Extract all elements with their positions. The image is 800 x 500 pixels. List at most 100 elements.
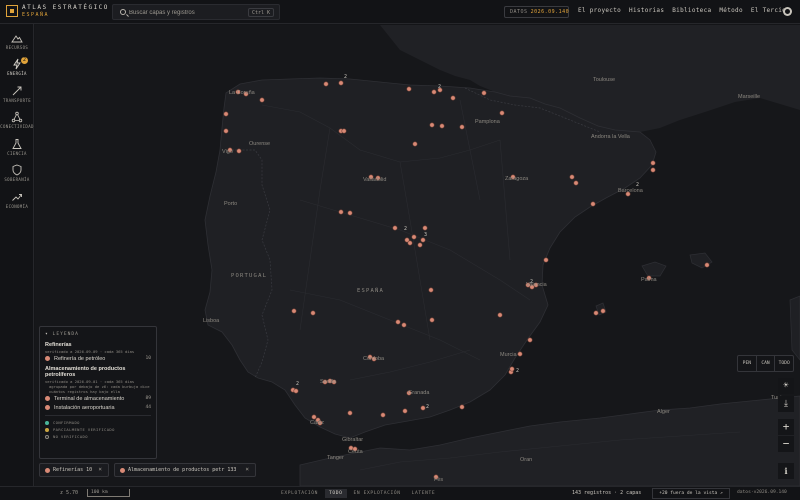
chip-label: Refinerías (53, 467, 84, 473)
facility-marker[interactable] (590, 201, 596, 207)
facility-marker[interactable] (527, 337, 533, 343)
sidebar-item-soberania[interactable]: SOBERANÍA (0, 164, 34, 190)
facility-marker[interactable] (395, 319, 401, 325)
facility-marker[interactable] (401, 322, 407, 328)
nav-biblioteca[interactable]: Biblioteca (672, 7, 711, 14)
facility-marker[interactable] (380, 412, 386, 418)
layer-chip-almacenamiento[interactable]: Almacenamiento de productos petr 133 × (114, 463, 256, 477)
close-icon[interactable]: × (245, 464, 249, 476)
github-icon[interactable] (783, 7, 792, 16)
facility-marker[interactable] (650, 160, 656, 166)
legend-swatch (45, 356, 50, 361)
facility-marker[interactable] (459, 404, 465, 410)
data-version-chip[interactable]: DATOS 2026.09.140 (504, 6, 569, 18)
filter-en-explotacion[interactable]: EN EXPLOTACIÓN (350, 489, 405, 498)
legend-item-label: Instalación aeroportuaria (54, 404, 115, 411)
facility-marker[interactable] (417, 242, 423, 248)
facility-marker[interactable] (497, 312, 503, 318)
close-icon[interactable]: × (98, 464, 102, 476)
zoom-in-button[interactable]: + (778, 419, 794, 435)
info-icon[interactable]: i (778, 463, 794, 479)
zoom-out-button[interactable]: − (778, 436, 794, 452)
facility-marker[interactable] (407, 240, 413, 246)
facility-marker[interactable] (600, 308, 606, 314)
sidebar-item-label: RECURSOS (5, 45, 29, 50)
download-icon[interactable]: ⤓ (778, 396, 794, 412)
facility-marker[interactable] (402, 408, 408, 414)
facility-marker[interactable] (517, 351, 523, 357)
facility-marker[interactable] (573, 180, 579, 186)
filter-explotacion[interactable]: EXPLOTACIÓN (277, 489, 322, 498)
sidebar-item-ciencia[interactable]: CIENCIA (0, 138, 34, 164)
facility-marker[interactable] (499, 110, 505, 116)
facility-marker[interactable] (411, 234, 417, 240)
sidebar-item-energia[interactable]: 2 ENERGÍA (0, 57, 34, 84)
facility-marker[interactable] (412, 141, 418, 147)
facility-marker[interactable] (428, 287, 434, 293)
facility-marker[interactable] (323, 81, 329, 87)
projection-can[interactable]: CAN (757, 356, 776, 371)
facility-marker[interactable] (420, 237, 426, 243)
facility-marker[interactable] (569, 174, 575, 180)
sidebar-item-economia[interactable]: ECONOMÍA (0, 191, 34, 217)
sidebar-item-conectividad[interactable]: CONECTIVIDAD (0, 111, 34, 137)
chip-label: Almacenamiento de productos petr (128, 467, 225, 473)
facility-marker[interactable] (347, 410, 353, 416)
facility-marker[interactable] (293, 388, 299, 394)
nav-historias[interactable]: Historias (629, 7, 664, 14)
facility-marker[interactable] (422, 225, 428, 231)
facility-marker[interactable] (429, 122, 435, 128)
flask-icon (12, 139, 22, 149)
facility-marker[interactable] (347, 210, 353, 216)
facility-marker[interactable] (223, 111, 229, 117)
facility-marker[interactable] (310, 310, 316, 316)
filter-latente[interactable]: LATENTE (408, 489, 440, 498)
facility-marker[interactable] (341, 128, 347, 134)
sun-icon[interactable]: ☀ (778, 378, 794, 394)
out-of-view-button[interactable]: +20 fuera de la vista ↗ (652, 488, 730, 499)
facility-marker[interactable] (236, 148, 242, 154)
legend-item[interactable]: Terminal de almacenamiento 89 (45, 394, 151, 403)
facility-marker[interactable] (311, 414, 317, 420)
facility-marker[interactable] (338, 80, 344, 86)
facility-marker[interactable] (223, 128, 229, 134)
data-label: DATOS (510, 9, 528, 15)
nav-el-tercio[interactable]: El Tercio (751, 7, 786, 14)
facility-marker[interactable] (450, 95, 456, 101)
facility-marker[interactable] (543, 257, 549, 263)
legend-item[interactable]: Instalación aeroportuaria 44 (45, 403, 151, 412)
facility-marker[interactable] (338, 209, 344, 215)
nav-proyecto[interactable]: El proyecto (578, 7, 621, 14)
layer-chip-refinerias[interactable]: Refinerías 10 × (39, 463, 109, 477)
scale-bar: 100 km (87, 489, 130, 497)
facility-marker[interactable] (650, 167, 656, 173)
place-label: Barcelona (618, 188, 643, 194)
filter-todo[interactable]: TODO (325, 489, 347, 498)
facility-marker[interactable] (481, 90, 487, 96)
facility-marker[interactable] (406, 86, 412, 92)
projection-pen[interactable]: PEN (738, 356, 757, 371)
cluster-count: 2 (404, 226, 407, 232)
facility-marker[interactable] (593, 310, 599, 316)
facility-marker[interactable] (439, 123, 445, 129)
facility-marker[interactable] (459, 124, 465, 130)
facility-marker[interactable] (429, 317, 435, 323)
facility-marker[interactable] (704, 262, 710, 268)
sidebar-item-recursos[interactable]: RECURSOS (0, 32, 34, 58)
facility-marker[interactable] (420, 405, 426, 411)
nav-metodo[interactable]: Método (719, 7, 742, 14)
facility-marker[interactable] (259, 97, 265, 103)
chip-count: 10 (86, 467, 93, 473)
facility-marker[interactable] (291, 308, 297, 314)
logo-icon[interactable] (6, 5, 18, 17)
facility-marker[interactable] (509, 366, 515, 372)
search-input[interactable] (129, 8, 249, 17)
projection-todo[interactable]: TODO (775, 356, 793, 371)
sidebar-item-transporte[interactable]: TRANSPORTE (0, 85, 34, 111)
legend-group-title: Almacenamiento de productos petrolíferos (45, 366, 126, 378)
legend-item[interactable]: Refinería de petróleo 10 (45, 354, 151, 363)
facility-marker[interactable] (392, 225, 398, 231)
facility-marker[interactable] (431, 89, 437, 95)
place-label: Alger (657, 409, 670, 415)
search-box[interactable]: Ctrl K (112, 4, 280, 20)
